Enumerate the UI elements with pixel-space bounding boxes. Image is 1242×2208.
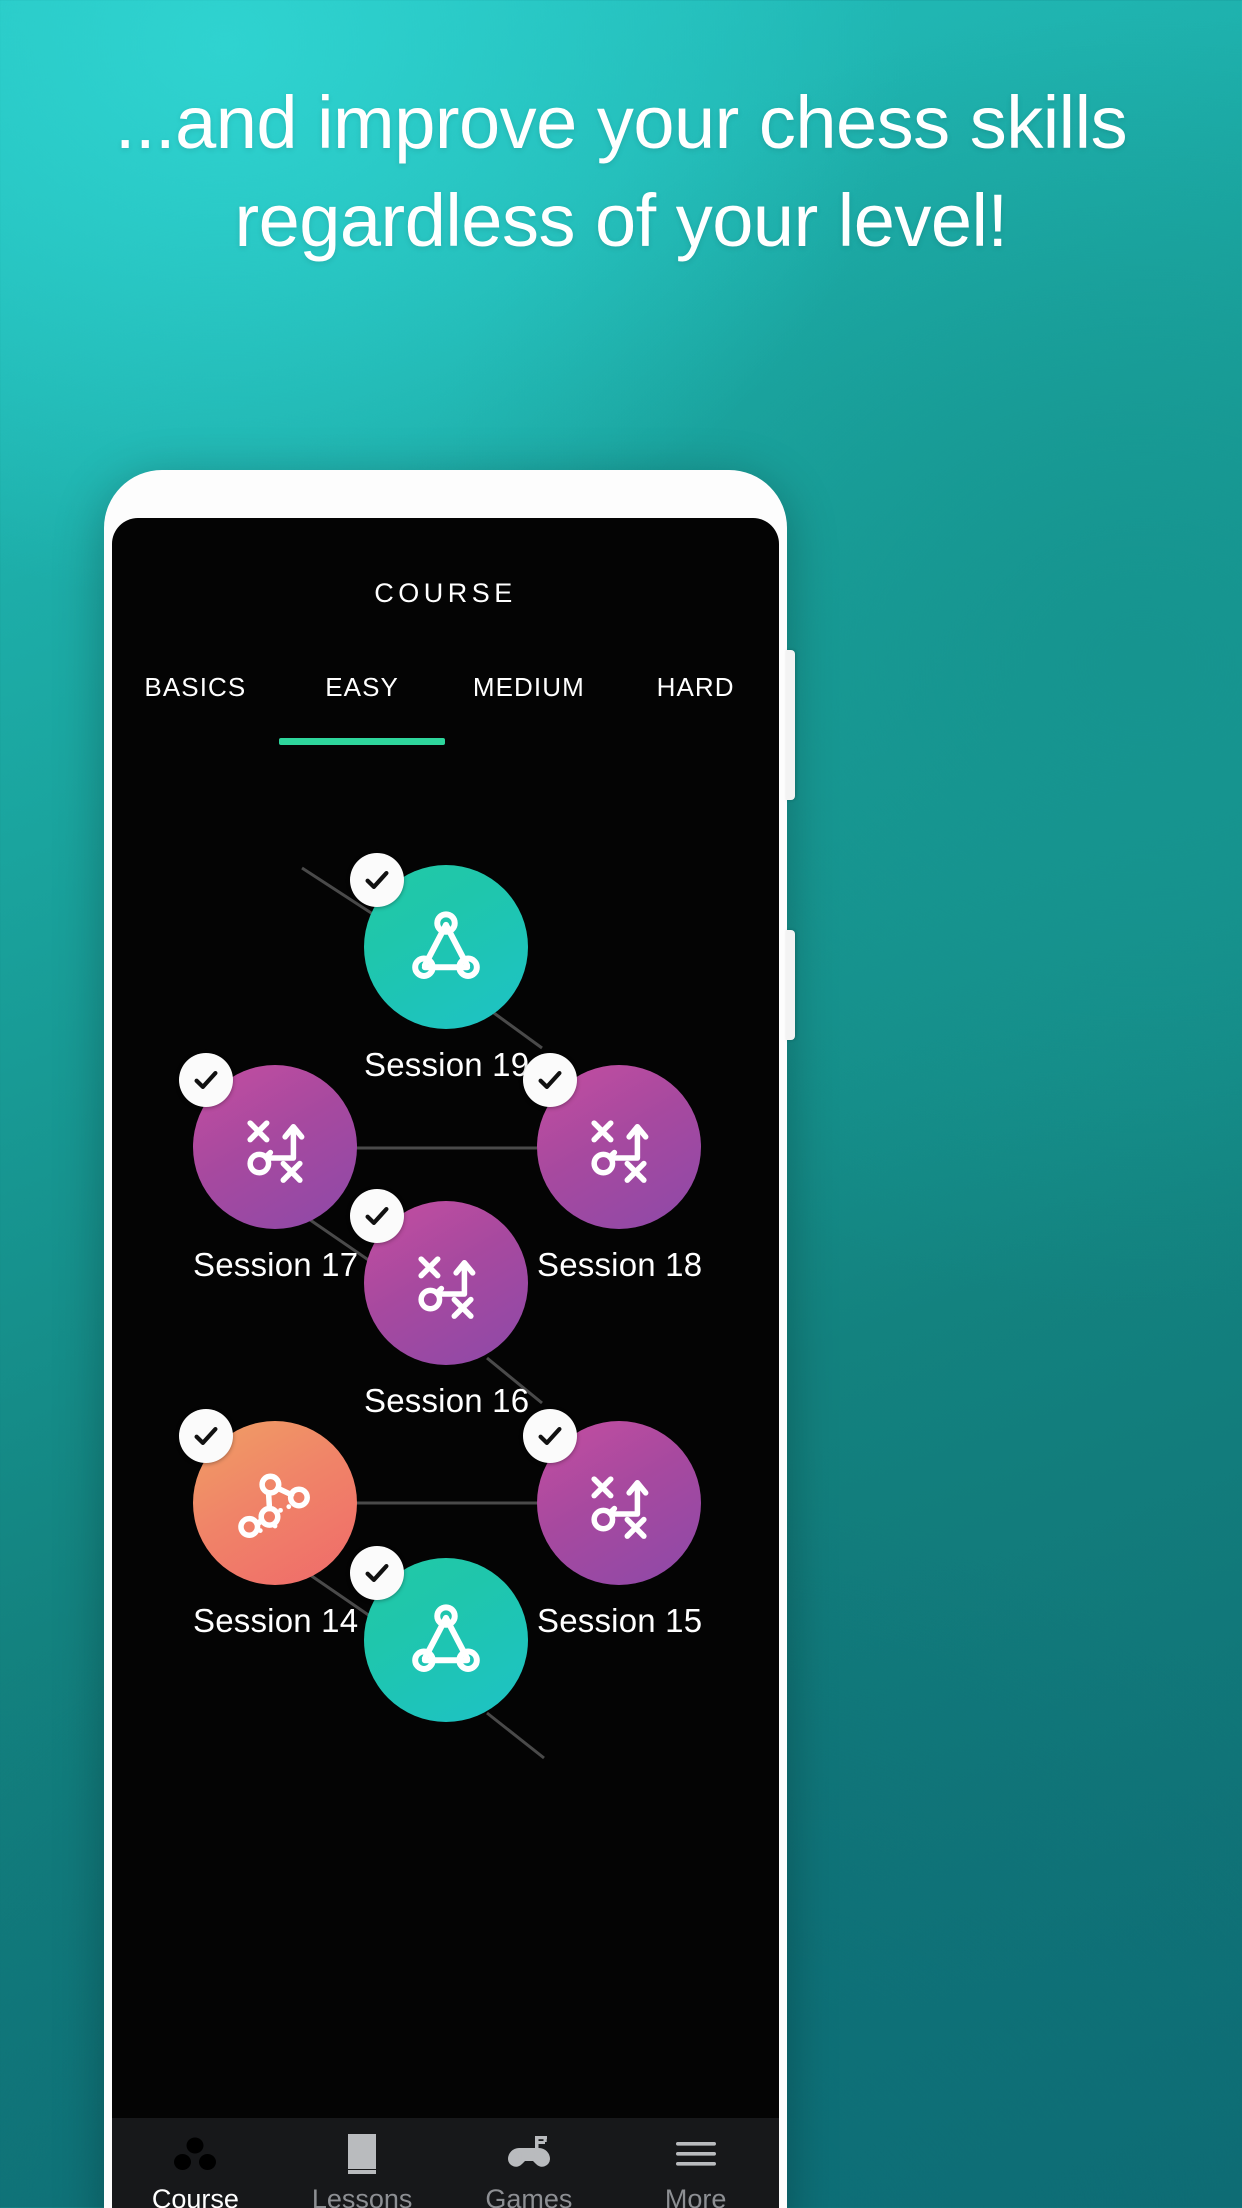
session-bubble[interactable] xyxy=(523,1053,701,1229)
three-dots-icon xyxy=(174,2133,217,2175)
tab-basics-label: BASICS xyxy=(144,672,247,702)
phone-mockup: COURSE BASICS EASY MEDIUM HARD Session 1… xyxy=(104,470,795,2208)
nav-item-more-label: More xyxy=(664,2184,727,2208)
session-completed-badge xyxy=(350,853,404,907)
session-bubble[interactable] xyxy=(523,1409,701,1585)
nav-item-lessons-label: Lessons xyxy=(311,2184,413,2208)
volume-up-button[interactable] xyxy=(786,650,795,800)
session-completed-badge xyxy=(179,1053,233,1107)
tactics-icon xyxy=(591,1120,649,1183)
session-label: Session 16 xyxy=(364,1382,530,1419)
session-node[interactable]: Session 17 xyxy=(179,1053,359,1284)
check-icon xyxy=(194,1427,218,1445)
session-bubble[interactable] xyxy=(179,1409,357,1585)
hamburger-icon xyxy=(674,2133,718,2175)
session-node[interactable] xyxy=(350,1546,528,1739)
session-label: Session 17 xyxy=(193,1246,359,1283)
tactics-icon xyxy=(247,1120,305,1183)
nav-item-games[interactable]: Games xyxy=(446,2133,613,2208)
session-bubble[interactable] xyxy=(350,1189,528,1365)
session-label: Session 19 xyxy=(364,1046,530,1083)
triangle-nodes-icon xyxy=(412,911,480,979)
tab-hard-label: HARD xyxy=(656,672,735,702)
session-node[interactable]: Session 18 xyxy=(523,1053,703,1284)
tab-easy-label: EASY xyxy=(325,672,400,702)
session-node[interactable]: Session 15 xyxy=(523,1409,703,1640)
check-icon xyxy=(365,1564,389,1582)
tab-medium[interactable]: MEDIUM xyxy=(446,666,613,758)
volume-down-button[interactable] xyxy=(786,930,795,1040)
session-completed-badge xyxy=(523,1409,577,1463)
nav-item-course-label: Course xyxy=(151,2184,239,2208)
gamepad-icon xyxy=(505,2133,553,2175)
session-completed-badge xyxy=(350,1189,404,1243)
promo-headline: ...and improve your chess skills regardl… xyxy=(0,86,1242,258)
session-node[interactable]: Session 16 xyxy=(350,1189,530,1420)
session-label: Session 14 xyxy=(193,1602,359,1639)
tab-hard[interactable]: HARD xyxy=(612,666,779,758)
check-icon xyxy=(194,1071,218,1089)
tab-basics[interactable]: BASICS xyxy=(112,666,279,758)
promo-headline-line2: regardless of your level! xyxy=(234,179,1008,262)
course-map: Session 19 Session 17 Session 18 Session… xyxy=(112,758,779,2208)
bottom-navigation: Course Lessons Games More xyxy=(112,2118,779,2208)
tactics-icon xyxy=(591,1476,649,1539)
session-completed-badge xyxy=(179,1409,233,1463)
promo-headline-line1: ...and improve your chess skills xyxy=(114,81,1128,164)
tab-medium-label: MEDIUM xyxy=(472,672,585,702)
session-completed-badge xyxy=(523,1053,577,1107)
network-nodes-icon xyxy=(238,1473,310,1538)
nav-item-course[interactable]: Course xyxy=(112,2133,279,2208)
triangle-nodes-icon xyxy=(412,1604,480,1672)
session-completed-badge xyxy=(350,1546,404,1600)
session-label: Session 18 xyxy=(537,1246,703,1283)
tactics-icon xyxy=(418,1256,476,1319)
check-icon xyxy=(365,1207,389,1225)
book-icon xyxy=(345,2133,379,2175)
tab-easy-underline xyxy=(279,738,446,745)
difficulty-tabs: BASICS EASY MEDIUM HARD xyxy=(112,666,779,758)
check-icon xyxy=(538,1427,562,1445)
session-node[interactable]: Session 19 xyxy=(350,853,530,1084)
app-screen: COURSE BASICS EASY MEDIUM HARD Session 1… xyxy=(112,518,779,2208)
page-title: COURSE xyxy=(374,578,517,608)
check-icon xyxy=(538,1071,562,1089)
session-label: Session 15 xyxy=(537,1602,703,1639)
nav-item-more[interactable]: More xyxy=(612,2133,779,2208)
nav-item-lessons[interactable]: Lessons xyxy=(279,2133,446,2208)
session-node[interactable]: Session 14 xyxy=(179,1409,359,1640)
nav-item-games-label: Games xyxy=(485,2184,573,2208)
check-icon xyxy=(365,871,389,889)
session-bubble[interactable] xyxy=(350,1546,528,1722)
session-bubble[interactable] xyxy=(179,1053,357,1229)
session-bubble[interactable] xyxy=(350,853,528,1029)
tab-easy[interactable]: EASY xyxy=(279,666,446,758)
